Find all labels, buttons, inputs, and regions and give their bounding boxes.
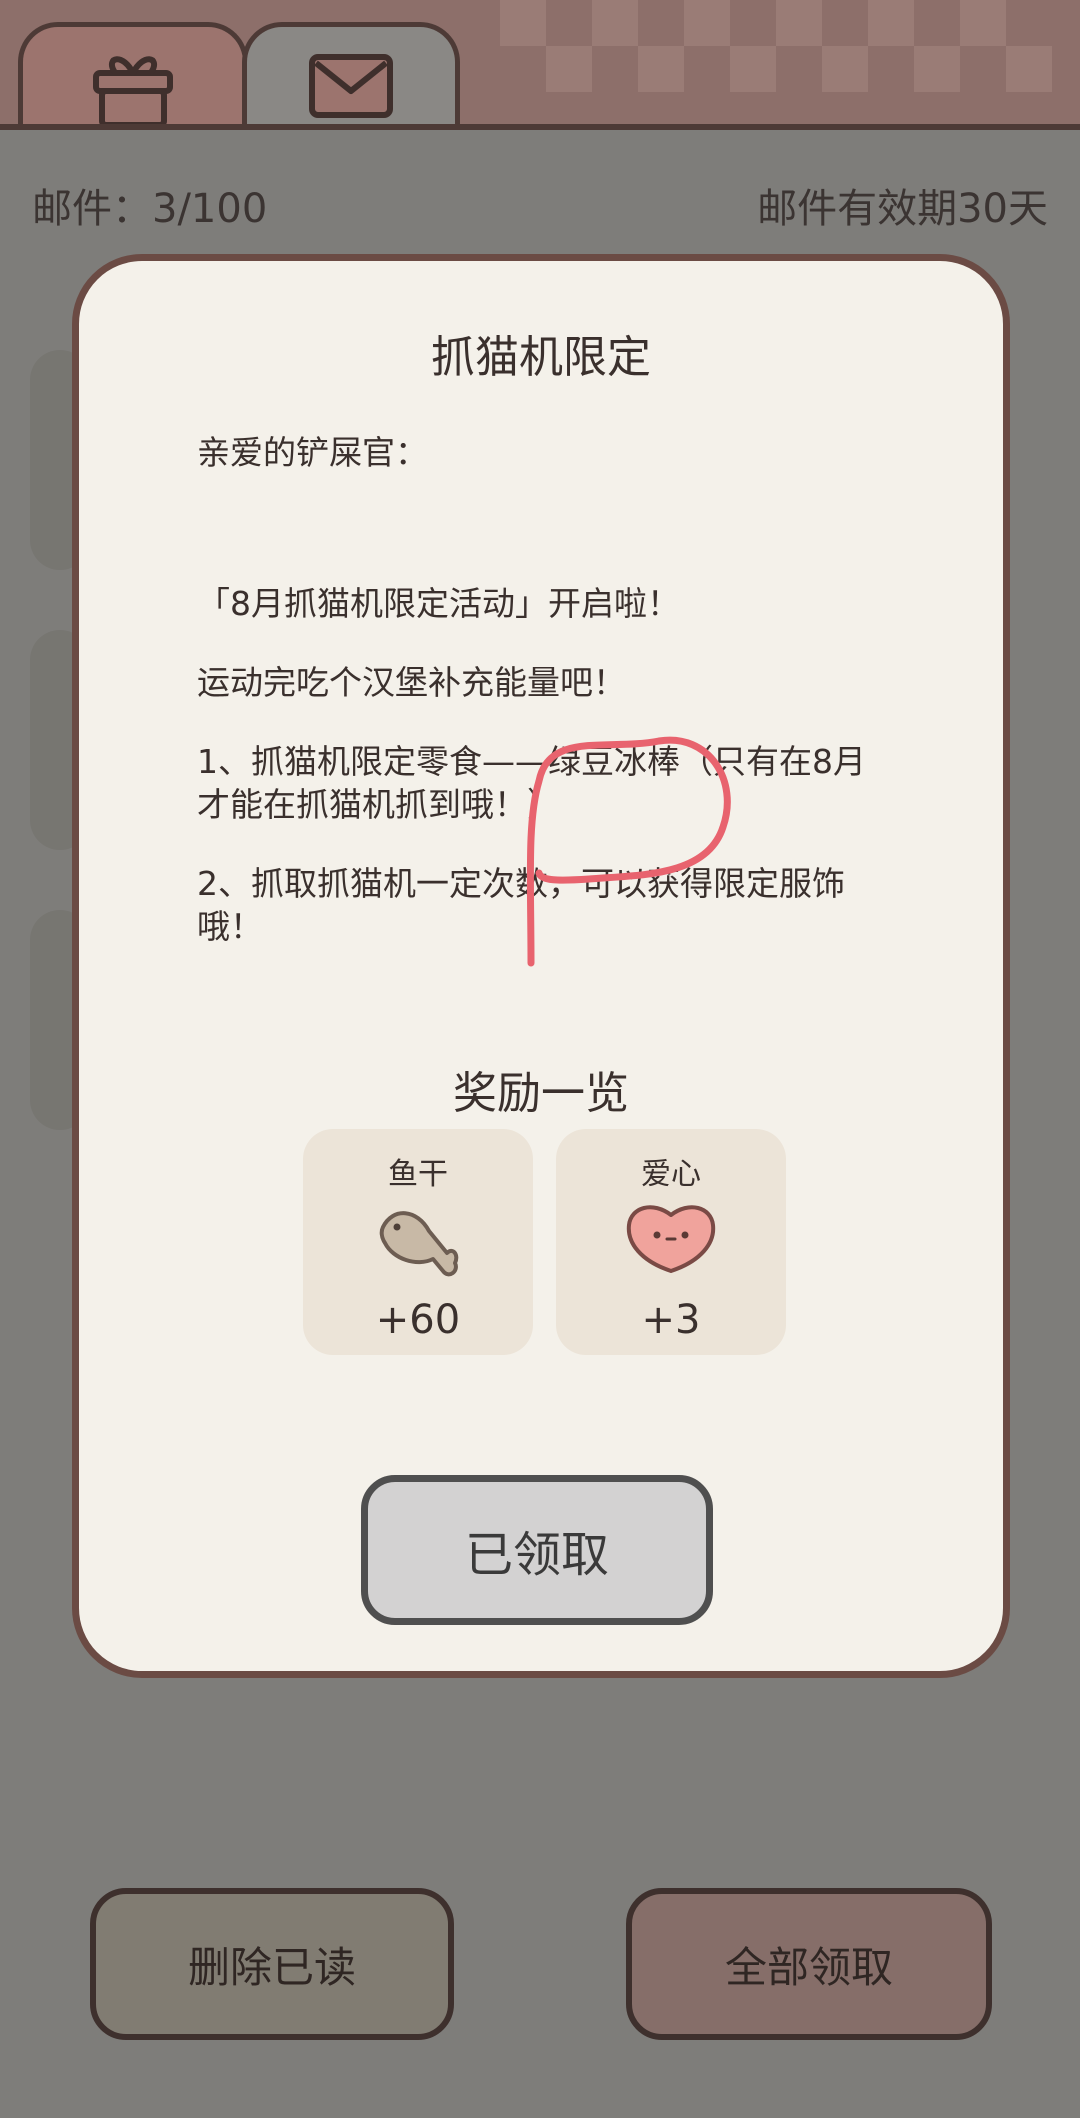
- mail-validity: 邮件有效期30天: [757, 186, 1048, 232]
- reward-name: 鱼干: [388, 1157, 448, 1192]
- fish-icon: [373, 1197, 463, 1291]
- claimed-button[interactable]: 已领取: [361, 1475, 713, 1625]
- letter-greeting: 亲爱的铲屎官：: [197, 433, 428, 472]
- letter-line: 2、抓取抓猫机一定次数，可以获得限定服饰哦！: [197, 864, 845, 946]
- heart-icon: [623, 1197, 719, 1281]
- rewards-title: 奖励一览: [453, 1068, 629, 1119]
- reward-value: +60: [375, 1297, 461, 1343]
- mail-body[interactable]: 亲爱的铲屎官： 「8月抓猫机限定活动」开启啦！ 运动完吃个汉堡补充能量吧！ 1、…: [197, 431, 887, 957]
- delete-read-button[interactable]: 删除已读: [90, 1888, 454, 2040]
- tab-gifts[interactable]: [18, 22, 248, 130]
- letter-line: 运动完吃个汉堡补充能量吧！: [197, 663, 626, 702]
- mail-title: 抓猫机限定: [431, 332, 651, 383]
- letter-line: 1、抓猫机限定零食——绿豆冰棒（只有在8月才能在抓猫机抓到哦！）: [197, 742, 866, 824]
- gift-icon: [88, 47, 178, 130]
- reward-value: +3: [641, 1297, 701, 1343]
- tab-mail[interactable]: [242, 22, 460, 130]
- claim-all-button[interactable]: 全部领取: [626, 1888, 992, 2040]
- reward-name: 爱心: [641, 1157, 701, 1192]
- mail-detail-dialog: 抓猫机限定 亲爱的铲屎官： 「8月抓猫机限定活动」开启啦！ 运动完吃个汉堡补充能…: [72, 254, 1010, 1678]
- mail-count: 邮件：3/100: [32, 186, 268, 232]
- reward-card-fish: 鱼干 +60: [303, 1129, 533, 1355]
- letter-line: 「8月抓猫机限定活动」开启啦！: [197, 584, 680, 623]
- mail-icon: [306, 47, 396, 127]
- tab-bar: [0, 0, 1080, 130]
- reward-card-heart: 爱心 +3: [556, 1129, 786, 1355]
